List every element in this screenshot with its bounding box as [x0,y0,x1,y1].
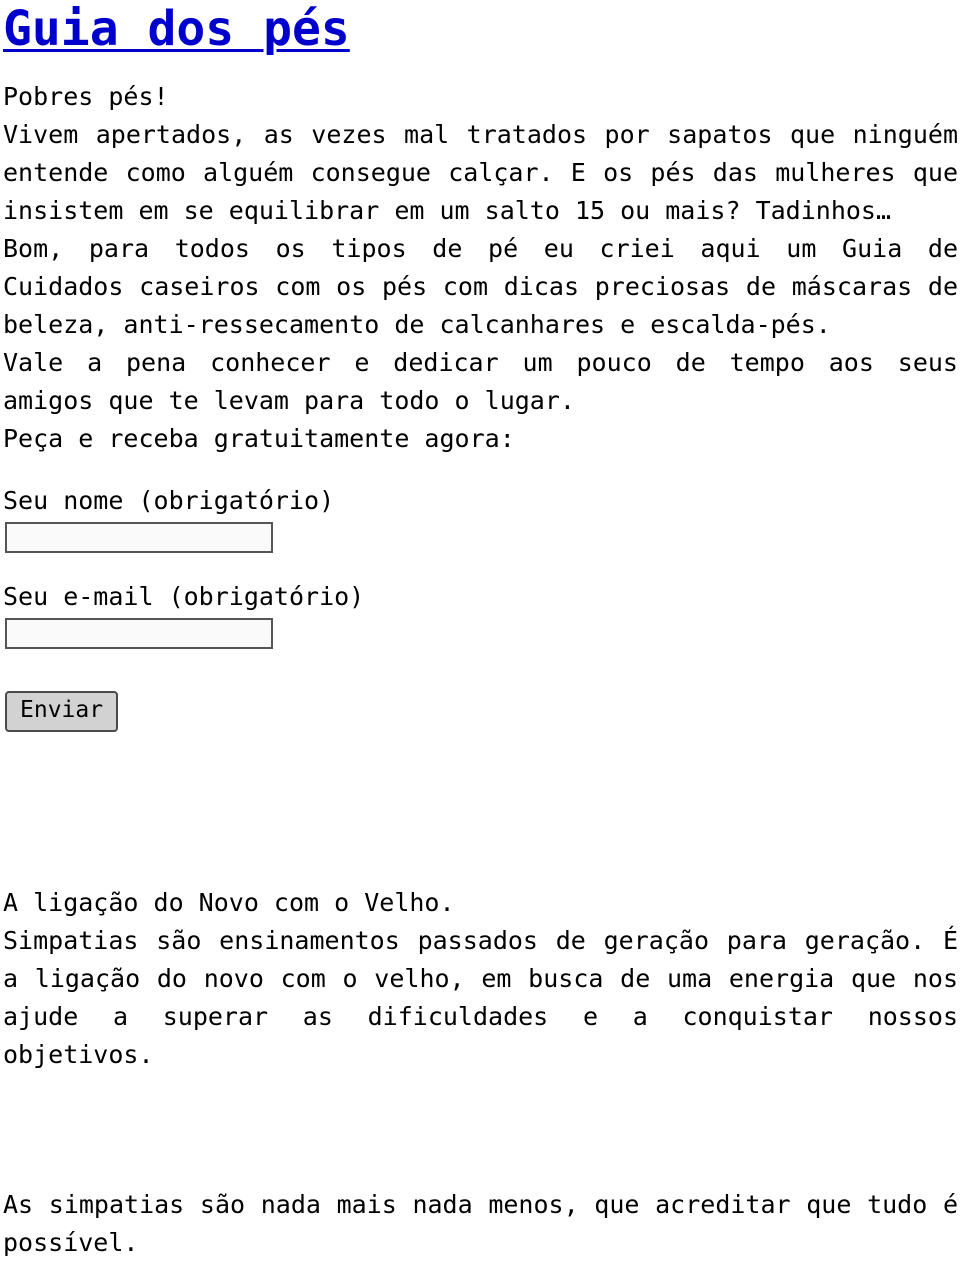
page-title: Guia dos pés [0,0,960,58]
footer-note: As simpatias são nada mais nada menos, q… [0,1186,960,1262]
intro-paragraph-3: Bom, para todos os tipos de pé eu criei … [0,230,960,344]
page-root: Guia dos pés Pobres pés! Vivem apertados… [0,0,960,1262]
article-heading: A ligação do Novo com o Velho. [0,884,960,922]
intro-paragraph-2: Vivem apertados, as vezes mal tratados p… [0,116,960,230]
intro-line-2: Vivem apertados, as vezes mal tratados p… [3,120,958,225]
intro-paragraph-5: Peça e receba gratuitamente agora: [0,420,960,458]
name-input[interactable] [5,522,273,553]
footer-note-text: As simpatias são nada mais nada menos, q… [3,1190,958,1257]
intro-line-5: Peça e receba gratuitamente agora: [3,424,515,453]
intro-paragraph-4: Vale a pena conhecer e dedicar um pouco … [0,344,960,420]
intro-paragraph-1: Pobres pés! [0,78,960,116]
name-field-label: Seu nome (obrigatório) [3,486,335,515]
email-field-label: Seu e-mail (obrigatório) [3,582,365,611]
intro-line-4: Vale a pena conhecer e dedicar um pouco … [3,348,958,415]
signup-form: Seu nome (obrigatório) Seu e-mail (obrig… [0,482,960,732]
intro-line-3: Bom, para todos os tipos de pé eu criei … [3,234,958,339]
article-body: Simpatias são ensinamentos passados de g… [0,922,960,1074]
email-input[interactable] [5,618,273,649]
submit-button[interactable]: Enviar [5,691,119,732]
article-body-text: Simpatias são ensinamentos passados de g… [3,926,958,1069]
intro-line-1: Pobres pés! [3,82,169,111]
article-heading-text: A ligação do Novo com o Velho. [3,888,455,917]
spacer-before-footer-note [0,1074,960,1186]
spacer-after-form [0,732,960,884]
site-title-link[interactable]: Guia dos pés [3,1,350,57]
